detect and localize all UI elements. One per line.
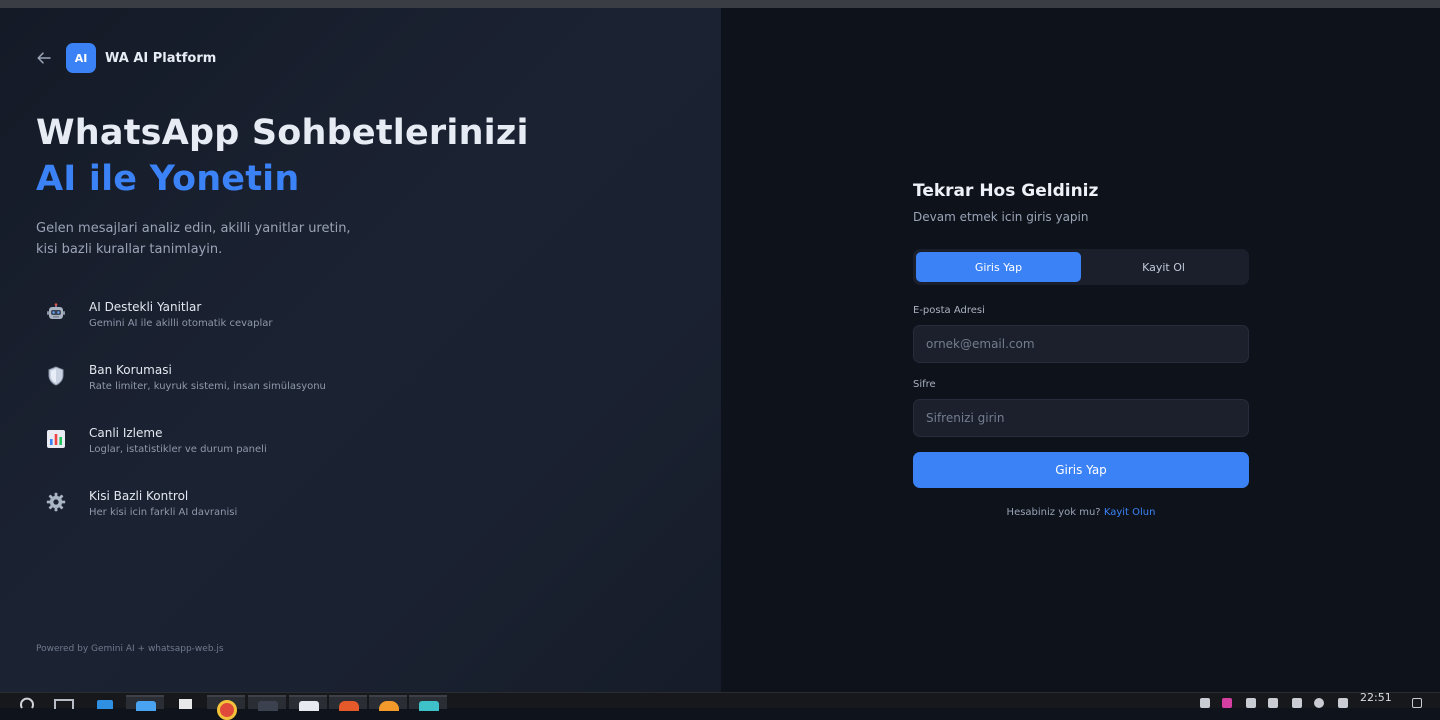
login-subtitle: Devam etmek icin giris yapin xyxy=(913,210,1089,224)
editor-icon[interactable] xyxy=(289,695,327,711)
os-taskbar: 22:51 xyxy=(0,691,1440,720)
hero-title-line2: AI ile Yonetin xyxy=(36,159,300,199)
login-form: Tekrar Hos Geldiniz Devam etmek icin gir… xyxy=(913,180,1249,518)
tray-app-icon[interactable] xyxy=(1222,698,1232,708)
feature-text: Ban Korumasi Rate limiter, kuyruk sistem… xyxy=(89,361,326,394)
store-icon[interactable] xyxy=(94,695,116,709)
auth-tabs: Giris Yap Kayit Ol xyxy=(913,249,1249,285)
task-view-icon[interactable] xyxy=(53,695,75,709)
tray-network-icon[interactable] xyxy=(1200,698,1210,708)
signup-prompt: Hesabiniz yok mu? Kayit Olun xyxy=(913,507,1249,518)
tray-volume-icon[interactable] xyxy=(1268,698,1278,708)
hero-description: Gelen mesajlari analiz edin, akilli yani… xyxy=(36,221,351,257)
feature-subtitle: Loglar, istatistikler ve durum paneli xyxy=(89,444,267,455)
feature-title: Kisi Bazli Kontrol xyxy=(89,489,189,503)
gear-icon xyxy=(45,491,67,513)
brand-header: AI WA AI Platform xyxy=(36,43,216,73)
intro-panel: AI WA AI Platform WhatsApp Sohbetleriniz… xyxy=(0,8,721,692)
brand-name: WA AI Platform xyxy=(105,50,217,66)
signup-link[interactable]: Kayit Olun xyxy=(1104,507,1156,518)
hero-title: WhatsApp Sohbetlerinizi AI ile Yonetin xyxy=(36,110,529,202)
window-top-edge xyxy=(0,0,1440,8)
bar-chart-icon xyxy=(45,428,67,450)
feature-item: Kisi Bazli Kontrol Her kisi icin farkli … xyxy=(36,487,326,550)
signup-prompt-text: Hesabiniz yok mu? xyxy=(1006,507,1101,518)
feature-subtitle: Rate limiter, kuyruk sistemi, insan simü… xyxy=(89,381,326,392)
password-field[interactable] xyxy=(913,399,1249,437)
brave-icon[interactable] xyxy=(329,695,367,711)
login-panel: Tekrar Hos Geldiniz Devam etmek icin gir… xyxy=(721,8,1440,692)
app-window: AI WA AI Platform WhatsApp Sohbetleriniz… xyxy=(0,8,1440,692)
feature-subtitle: Her kisi icin farkli AI davranisi xyxy=(89,507,238,518)
arrow-left-icon[interactable] xyxy=(36,50,52,66)
show-desktop-icon[interactable] xyxy=(1412,698,1422,708)
feature-title: Canli Izleme xyxy=(89,426,163,440)
taskbar-clock[interactable]: 22:51 xyxy=(1360,691,1392,704)
feature-item: Ban Korumasi Rate limiter, kuyruk sistem… xyxy=(36,361,326,424)
feature-list: AI Destekli Yanitlar Gemini AI ile akill… xyxy=(36,298,326,550)
login-submit-button[interactable]: Giris Yap xyxy=(913,452,1249,488)
logo-badge: AI xyxy=(66,43,96,73)
tab-login[interactable]: Giris Yap xyxy=(916,252,1081,282)
feature-item: Canli Izleme Loglar, istatistikler ve du… xyxy=(36,424,326,487)
feature-item: AI Destekli Yanitlar Gemini AI ile akill… xyxy=(36,298,326,361)
feature-subtitle: Gemini AI ile akilli otomatik cevaplar xyxy=(89,318,273,329)
tab-register[interactable]: Kayit Ol xyxy=(1081,252,1246,282)
firefox-icon[interactable] xyxy=(369,695,407,711)
feature-title: Ban Korumasi xyxy=(89,363,172,377)
feature-title: AI Destekli Yanitlar xyxy=(89,300,202,314)
login-title: Tekrar Hos Geldiniz xyxy=(913,181,1099,201)
shield-icon xyxy=(45,365,67,387)
start-menu-icon[interactable] xyxy=(18,695,36,709)
email-label: E-posta Adresi xyxy=(913,305,985,316)
tray-brightness-icon[interactable] xyxy=(1292,698,1302,708)
tray-storage-icon[interactable] xyxy=(1246,698,1256,708)
feature-text: AI Destekli Yanitlar Gemini AI ile akill… xyxy=(89,298,273,331)
powered-by-footer: Powered by Gemini AI + whatsapp-web.js xyxy=(36,644,224,654)
feature-text: Canli Izleme Loglar, istatistikler ve du… xyxy=(89,424,267,457)
tray-battery-icon[interactable] xyxy=(1338,698,1348,708)
hero-title-line1: WhatsApp Sohbetlerinizi xyxy=(36,113,529,153)
robot-icon xyxy=(45,302,67,324)
screenshot-tool-icon[interactable] xyxy=(409,695,447,711)
file-manager-icon[interactable] xyxy=(126,695,164,711)
tray-wifi-icon[interactable] xyxy=(1314,698,1324,708)
email-field[interactable] xyxy=(913,325,1249,363)
feature-text: Kisi Bazli Kontrol Her kisi icin farkli … xyxy=(89,487,237,520)
chrome-icon[interactable] xyxy=(207,695,245,720)
text-editor-icon[interactable] xyxy=(176,695,196,709)
terminal-icon[interactable] xyxy=(248,695,286,711)
password-label: Sifre xyxy=(913,379,936,390)
